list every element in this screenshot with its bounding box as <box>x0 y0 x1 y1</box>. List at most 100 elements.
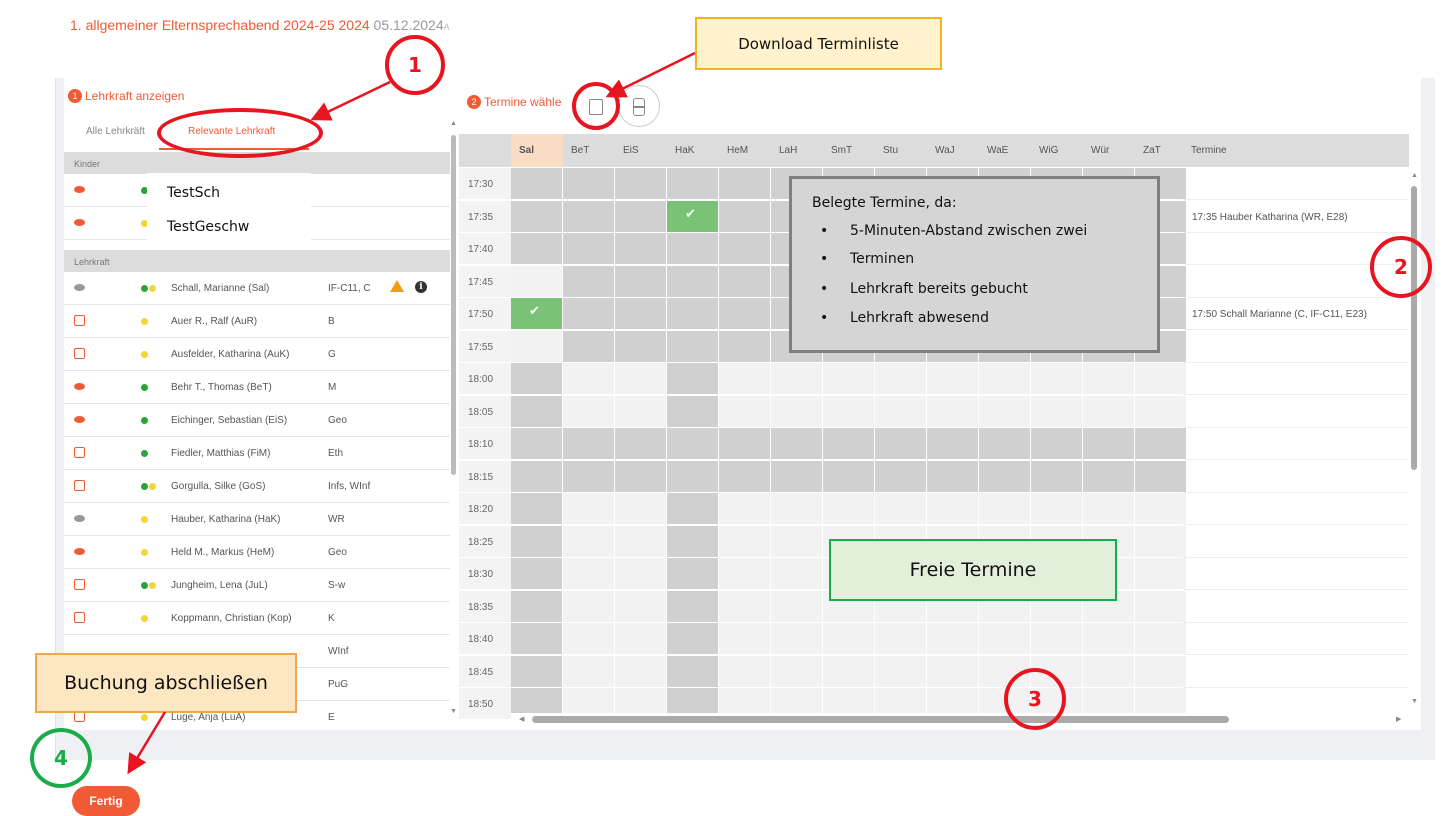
busy-slot[interactable] <box>823 428 874 459</box>
busy-slot[interactable] <box>771 428 822 459</box>
busy-slot[interactable] <box>1083 428 1134 459</box>
teacher-list-scrollbar[interactable] <box>451 135 456 475</box>
free-slot[interactable] <box>1135 493 1186 524</box>
eye-icon[interactable] <box>74 548 85 555</box>
scroll-up-arrow[interactable]: ▲ <box>1411 172 1418 179</box>
busy-slot[interactable] <box>667 363 718 394</box>
column-header[interactable]: ZaT <box>1135 134 1187 167</box>
column-header[interactable]: LaH <box>771 134 823 167</box>
busy-slot[interactable] <box>979 460 1030 492</box>
column-header[interactable]: HaK <box>667 134 719 167</box>
free-slot[interactable] <box>615 623 666 654</box>
eye-icon[interactable] <box>74 186 85 193</box>
column-header[interactable]: Wür <box>1083 134 1135 167</box>
free-slot[interactable] <box>615 655 666 687</box>
busy-slot[interactable] <box>979 428 1030 459</box>
teacher-row[interactable]: Hauber, Katharina (HaK) WR <box>64 503 450 536</box>
column-header[interactable]: WiG <box>1031 134 1083 167</box>
eye-icon[interactable] <box>74 284 85 291</box>
free-slot[interactable] <box>1135 623 1186 654</box>
free-slot[interactable] <box>927 623 978 654</box>
busy-slot[interactable] <box>563 233 614 264</box>
busy-slot[interactable] <box>823 460 874 492</box>
free-slot[interactable] <box>1135 363 1186 394</box>
free-slot[interactable] <box>1083 623 1134 654</box>
busy-slot[interactable] <box>667 168 718 199</box>
busy-slot[interactable] <box>667 395 718 427</box>
free-slot[interactable] <box>719 623 770 654</box>
free-slot[interactable] <box>823 493 874 524</box>
scroll-down-arrow[interactable]: ▼ <box>450 708 457 715</box>
checkbox[interactable] <box>74 612 85 623</box>
vertical-scrollbar[interactable] <box>1411 186 1417 470</box>
free-slot[interactable] <box>979 623 1030 654</box>
free-slot[interactable] <box>927 493 978 524</box>
free-slot[interactable] <box>615 363 666 394</box>
free-slot[interactable] <box>719 655 770 687</box>
free-slot[interactable] <box>771 558 822 589</box>
busy-slot[interactable] <box>563 298 614 329</box>
teacher-row[interactable]: Held M., Markus (HeM) Geo <box>64 536 450 569</box>
free-slot[interactable] <box>1135 558 1186 589</box>
column-header[interactable]: Stu <box>875 134 927 167</box>
free-slot[interactable] <box>615 590 666 622</box>
busy-slot[interactable] <box>511 558 562 589</box>
free-slot[interactable] <box>615 525 666 557</box>
busy-slot[interactable] <box>511 655 562 687</box>
busy-slot[interactable] <box>511 363 562 394</box>
busy-slot[interactable] <box>615 298 666 329</box>
busy-slot[interactable] <box>563 265 614 297</box>
free-slot[interactable] <box>771 590 822 622</box>
column-header[interactable]: BeT <box>563 134 615 167</box>
free-slot[interactable] <box>875 655 926 687</box>
busy-slot[interactable] <box>511 233 562 264</box>
busy-slot[interactable] <box>1135 460 1186 492</box>
busy-slot[interactable] <box>563 460 614 492</box>
scroll-down-arrow[interactable]: ▼ <box>1411 698 1418 705</box>
free-slot[interactable] <box>927 395 978 427</box>
teacher-row[interactable]: Gorgulla, Silke (GoS) Infs, WInf <box>64 470 450 503</box>
busy-slot[interactable] <box>927 460 978 492</box>
busy-slot[interactable] <box>667 655 718 687</box>
free-slot[interactable] <box>771 363 822 394</box>
busy-slot[interactable] <box>511 428 562 459</box>
free-slot[interactable] <box>979 493 1030 524</box>
scroll-left-arrow[interactable]: ◀ <box>519 715 524 723</box>
column-header[interactable]: SmT <box>823 134 875 167</box>
busy-slot[interactable] <box>615 330 666 362</box>
checkbox[interactable] <box>74 480 85 491</box>
free-slot[interactable] <box>1135 655 1186 687</box>
free-slot[interactable] <box>563 493 614 524</box>
teacher-row[interactable]: Eichinger, Sebastian (EiS) Geo <box>64 404 450 437</box>
busy-slot[interactable] <box>563 330 614 362</box>
free-slot[interactable] <box>823 363 874 394</box>
scroll-right-arrow[interactable]: ▶ <box>1396 715 1401 723</box>
free-slot[interactable] <box>1031 623 1082 654</box>
teacher-row[interactable]: Ausfelder, Katharina (AuK) G <box>64 338 450 371</box>
busy-slot[interactable] <box>615 265 666 297</box>
busy-slot[interactable] <box>667 460 718 492</box>
eye-icon[interactable] <box>74 219 85 226</box>
busy-slot[interactable] <box>875 460 926 492</box>
busy-slot[interactable] <box>719 265 770 297</box>
free-slot[interactable] <box>615 558 666 589</box>
busy-slot[interactable] <box>1135 428 1186 459</box>
checkbox[interactable] <box>74 348 85 359</box>
busy-slot[interactable] <box>667 493 718 524</box>
free-slot[interactable] <box>823 395 874 427</box>
eye-icon[interactable] <box>74 416 85 423</box>
free-slot[interactable] <box>615 493 666 524</box>
teacher-row[interactable]: Auer R., Ralf (AuR) B <box>64 305 450 338</box>
free-slot[interactable] <box>563 525 614 557</box>
free-slot[interactable] <box>823 655 874 687</box>
free-slot[interactable] <box>563 395 614 427</box>
column-header[interactable]: WaJ <box>927 134 979 167</box>
tab-all-teachers[interactable]: Alle Lehrkräft <box>86 126 145 137</box>
checkbox[interactable] <box>74 315 85 326</box>
column-header[interactable]: Sal <box>511 134 563 167</box>
free-slot[interactable] <box>563 655 614 687</box>
busy-slot[interactable] <box>667 558 718 589</box>
busy-slot[interactable] <box>1031 428 1082 459</box>
checkbox[interactable] <box>74 579 85 590</box>
free-slot[interactable] <box>719 558 770 589</box>
